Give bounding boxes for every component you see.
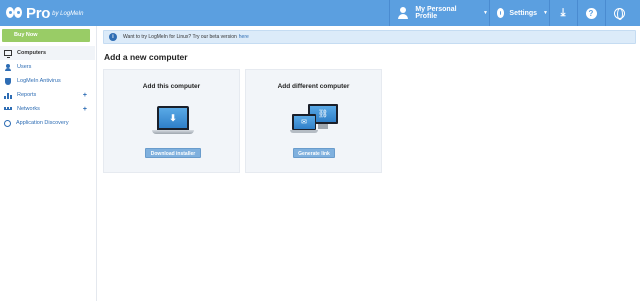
add-different-computer-card: Add different computer ⛓ ✉ Generate link [245, 69, 382, 173]
user-icon [4, 63, 12, 71]
network-icon [4, 106, 12, 113]
page-title: Add a new computer [104, 52, 188, 62]
sidebar-item-computers[interactable]: Computers [0, 46, 95, 60]
chevron-down-icon: ▼ [483, 10, 488, 16]
profile-icon [396, 6, 409, 20]
settings-label: Settings [509, 9, 538, 17]
download-icon: ⤓ [560, 6, 566, 19]
sidebar-item-label: Computers [17, 50, 47, 56]
sidebar-item-reports[interactable]: Reports + [0, 88, 95, 102]
info-icon: i [109, 33, 117, 41]
top-header: Pro by LogMeIn My Personal Profile ▼ Set… [0, 0, 640, 26]
add-this-computer-card: Add this computer ⬇ Download installer [103, 69, 240, 173]
sidebar-item-networks[interactable]: Networks + [0, 102, 95, 116]
settings-menu[interactable]: Settings ▼ [490, 0, 548, 26]
logo-face-icon [5, 5, 25, 21]
logo-sub: by LogMeIn [52, 11, 84, 17]
banner-link[interactable]: here [239, 34, 249, 40]
expand-icon[interactable]: + [83, 92, 87, 99]
help-button[interactable]: ? [577, 0, 605, 26]
bar-chart-icon [4, 92, 12, 99]
generate-link-button[interactable]: Generate link [293, 148, 335, 158]
logmein-pro-logo[interactable]: Pro by LogMeIn [5, 3, 83, 23]
language-button[interactable] [605, 0, 633, 26]
laptop-download-icon: ⬇ [152, 106, 194, 136]
card-title: Add this computer [142, 83, 201, 90]
sidebar-item-label: Reports [17, 92, 37, 98]
sidebar: Buy Now Computers Users LogMeIn Antiviru… [0, 26, 97, 301]
shield-icon [5, 77, 11, 85]
card-title: Add different computer [277, 83, 350, 90]
sidebar-item-antivirus[interactable]: LogMeIn Antivirus [0, 74, 95, 88]
gear-icon [497, 8, 505, 18]
download-button[interactable]: ⤓ [549, 0, 577, 26]
expand-icon[interactable]: + [83, 106, 87, 113]
profile-menu[interactable]: My Personal Profile ▼ [390, 0, 488, 26]
sidebar-item-label: Application Discovery [16, 120, 69, 126]
computers-link-icon: ⛓ ✉ [290, 104, 342, 138]
globe-icon [613, 7, 625, 20]
download-installer-button[interactable]: Download installer [145, 148, 201, 158]
logo-text: Pro [26, 4, 51, 22]
banner-text: Want to try LogMeIn for Linux? Try our b… [123, 34, 237, 40]
sidebar-item-label: Users [17, 64, 32, 70]
monitor-icon [4, 50, 12, 58]
profile-label: My Personal Profile [415, 6, 457, 20]
help-icon: ? [585, 7, 597, 19]
buy-now-button[interactable]: Buy Now [2, 29, 90, 42]
sidebar-item-application-discovery[interactable]: Application Discovery [0, 116, 95, 130]
sidebar-item-users[interactable]: Users [0, 60, 95, 74]
sidebar-item-label: LogMeIn Antivirus [17, 78, 61, 84]
info-banner: i Want to try LogMeIn for Linux? Try our… [103, 30, 636, 44]
chevron-down-icon: ▼ [543, 10, 548, 16]
sidebar-item-label: Networks [17, 106, 40, 112]
discovery-icon [4, 119, 11, 127]
